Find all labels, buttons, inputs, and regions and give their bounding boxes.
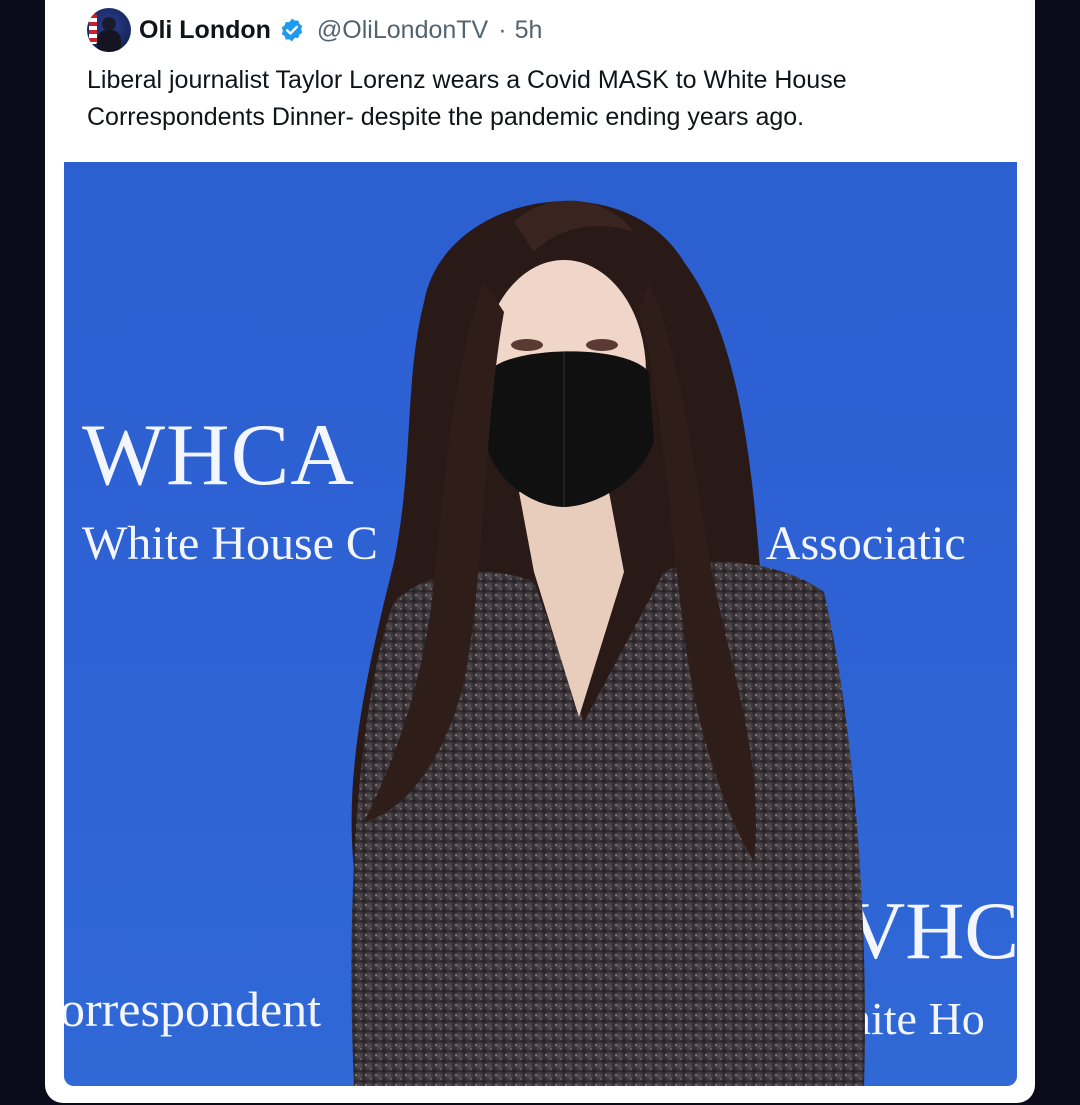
person-photo — [351, 200, 865, 1086]
author-name[interactable]: Oli London — [139, 16, 271, 45]
tweet-header: Oli London @OliLondonTV · 5h — [87, 8, 542, 52]
tweet-photo[interactable]: WHCA White House C ’ Associatic orrespon… — [64, 162, 1017, 1086]
tweet-text: Liberal journalist Taylor Lorenz wears a… — [87, 66, 847, 131]
avatar[interactable] — [87, 8, 131, 52]
meta-separator: · — [498, 15, 507, 44]
author-handle[interactable]: @OliLondonTV — [317, 16, 488, 45]
tweet-time[interactable]: 5h — [515, 16, 543, 45]
verified-badge-icon — [279, 17, 305, 43]
tweet-card[interactable]: Oli London @OliLondonTV · 5h Liberal jou… — [45, 0, 1035, 1103]
